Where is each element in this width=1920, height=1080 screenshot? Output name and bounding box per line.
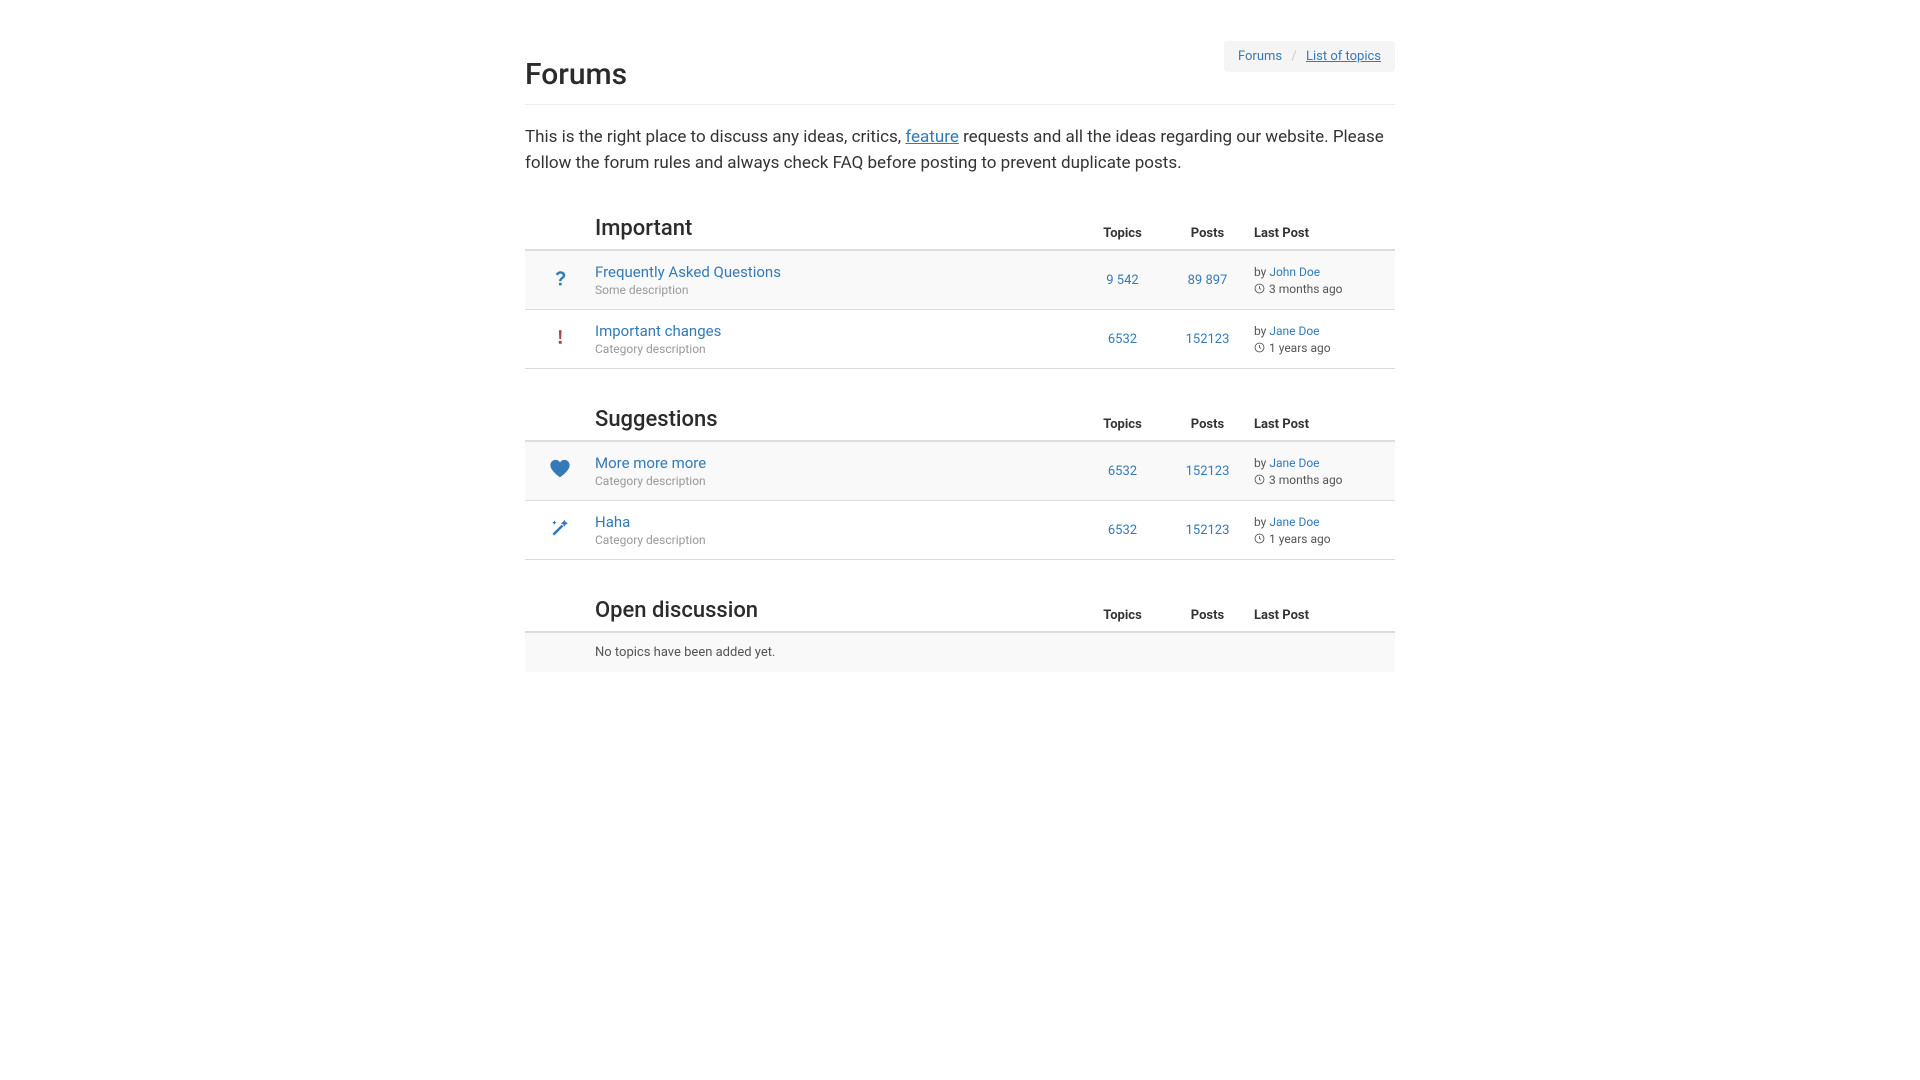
- last-post-cell: by Jane Doe 3 months ago: [1250, 456, 1395, 487]
- breadcrumb: Forums / List of topics: [1224, 41, 1395, 72]
- header-row: Forums Forums / List of topics: [525, 45, 1395, 92]
- posts-count-cell: 89 897: [1165, 272, 1250, 288]
- heart-icon: [549, 458, 571, 480]
- row-icon-cell: [525, 458, 595, 484]
- column-header-topics: Topics: [1080, 226, 1165, 241]
- topics-count-cell: 6532: [1080, 331, 1165, 347]
- clock-icon: [1254, 283, 1265, 294]
- topic-link[interactable]: More more more: [595, 454, 706, 472]
- section-title: Suggestions: [595, 407, 1080, 432]
- row-icon-cell: [525, 328, 595, 350]
- row-title-cell: Haha Category description: [595, 513, 1080, 547]
- topic-description: Category description: [595, 342, 1080, 356]
- row-title-cell: Important changes Category description: [595, 322, 1080, 356]
- section-title: Important: [595, 216, 1080, 241]
- topics-count-link[interactable]: 9 542: [1106, 273, 1138, 288]
- by-label: by: [1254, 265, 1269, 279]
- last-post-time: 1 years ago: [1254, 341, 1395, 355]
- column-header-topics: Topics: [1080, 417, 1165, 432]
- posts-count-link[interactable]: 152123: [1186, 332, 1230, 347]
- table-row: Important changes Category description 6…: [525, 310, 1395, 369]
- topic-description: Some description: [595, 283, 1080, 297]
- topic-link[interactable]: Frequently Asked Questions: [595, 263, 781, 281]
- magic-wand-icon: [550, 518, 570, 538]
- last-post-cell: by John Doe 3 months ago: [1250, 265, 1395, 296]
- topics-count-link[interactable]: 6532: [1108, 332, 1137, 347]
- time-text: 3 months ago: [1269, 473, 1343, 487]
- topics-count-link[interactable]: 6532: [1108, 523, 1137, 538]
- author-link[interactable]: Jane Doe: [1269, 324, 1319, 338]
- forum-section: Suggestions Topics Posts Last Post More …: [525, 397, 1395, 560]
- author-link[interactable]: Jane Doe: [1269, 456, 1319, 470]
- header-divider: [525, 104, 1395, 105]
- posts-count-cell: 152123: [1165, 463, 1250, 479]
- last-post-time: 3 months ago: [1254, 282, 1395, 296]
- question-icon: [551, 269, 569, 287]
- column-header-posts: Posts: [1165, 417, 1250, 432]
- topics-count-cell: 6532: [1080, 522, 1165, 538]
- column-header-last-post: Last Post: [1250, 417, 1395, 432]
- author-link[interactable]: Jane Doe: [1269, 515, 1319, 529]
- topic-link[interactable]: Haha: [595, 513, 630, 531]
- intro-pre: This is the right place to discuss any i…: [525, 127, 905, 147]
- topic-description: Category description: [595, 474, 1080, 488]
- forum-sections: Important Topics Posts Last Post Frequen…: [525, 206, 1395, 672]
- clock-icon: [1254, 533, 1265, 544]
- by-label: by: [1254, 324, 1269, 338]
- row-title-cell: More more more Category description: [595, 454, 1080, 488]
- breadcrumb-current-link[interactable]: List of topics: [1306, 49, 1381, 64]
- topic-link[interactable]: Important changes: [595, 322, 721, 340]
- column-header-posts: Posts: [1165, 226, 1250, 241]
- breadcrumb-root-link[interactable]: Forums: [1238, 49, 1282, 64]
- last-post-cell: by Jane Doe 1 years ago: [1250, 324, 1395, 355]
- clock-icon: [1254, 474, 1265, 485]
- posts-count-link[interactable]: 152123: [1186, 464, 1230, 479]
- column-header-last-post: Last Post: [1250, 608, 1395, 623]
- exclamation-icon: [551, 328, 569, 346]
- table-row: Frequently Asked Questions Some descript…: [525, 251, 1395, 310]
- empty-row: No topics have been added yet.: [525, 633, 1395, 672]
- posts-count-link[interactable]: 89 897: [1188, 273, 1228, 288]
- intro-text: This is the right place to discuss any i…: [525, 125, 1395, 176]
- forum-section: Important Topics Posts Last Post Frequen…: [525, 206, 1395, 369]
- table-row: Haha Category description 6532 152123 by…: [525, 501, 1395, 560]
- topics-count-cell: 6532: [1080, 463, 1165, 479]
- last-post-time: 1 years ago: [1254, 532, 1395, 546]
- empty-message: No topics have been added yet.: [595, 645, 775, 660]
- section-header: Suggestions Topics Posts Last Post: [525, 397, 1395, 442]
- posts-count-cell: 152123: [1165, 522, 1250, 538]
- breadcrumb-separator: /: [1285, 49, 1302, 64]
- intro-feature-link[interactable]: feature: [905, 127, 959, 147]
- last-post-cell: by Jane Doe 1 years ago: [1250, 515, 1395, 546]
- forum-section: Open discussion Topics Posts Last Post N…: [525, 588, 1395, 672]
- topic-description: Category description: [595, 533, 1080, 547]
- section-title: Open discussion: [595, 598, 1080, 623]
- posts-count-link[interactable]: 152123: [1186, 523, 1230, 538]
- page-title: Forums: [525, 57, 627, 92]
- column-header-posts: Posts: [1165, 608, 1250, 623]
- page-container: Forums Forums / List of topics This is t…: [525, 0, 1395, 672]
- by-label: by: [1254, 515, 1269, 529]
- row-icon-cell: [525, 269, 595, 291]
- row-icon-cell: [525, 518, 595, 542]
- section-header: Open discussion Topics Posts Last Post: [525, 588, 1395, 633]
- table-row: More more more Category description 6532…: [525, 442, 1395, 501]
- by-label: by: [1254, 456, 1269, 470]
- clock-icon: [1254, 342, 1265, 353]
- posts-count-cell: 152123: [1165, 331, 1250, 347]
- time-text: 1 years ago: [1269, 532, 1331, 546]
- row-title-cell: Frequently Asked Questions Some descript…: [595, 263, 1080, 297]
- last-post-time: 3 months ago: [1254, 473, 1395, 487]
- column-header-last-post: Last Post: [1250, 226, 1395, 241]
- topics-count-link[interactable]: 6532: [1108, 464, 1137, 479]
- time-text: 1 years ago: [1269, 341, 1331, 355]
- section-header: Important Topics Posts Last Post: [525, 206, 1395, 251]
- time-text: 3 months ago: [1269, 282, 1343, 296]
- topics-count-cell: 9 542: [1080, 272, 1165, 288]
- author-link[interactable]: John Doe: [1269, 265, 1320, 279]
- column-header-topics: Topics: [1080, 608, 1165, 623]
